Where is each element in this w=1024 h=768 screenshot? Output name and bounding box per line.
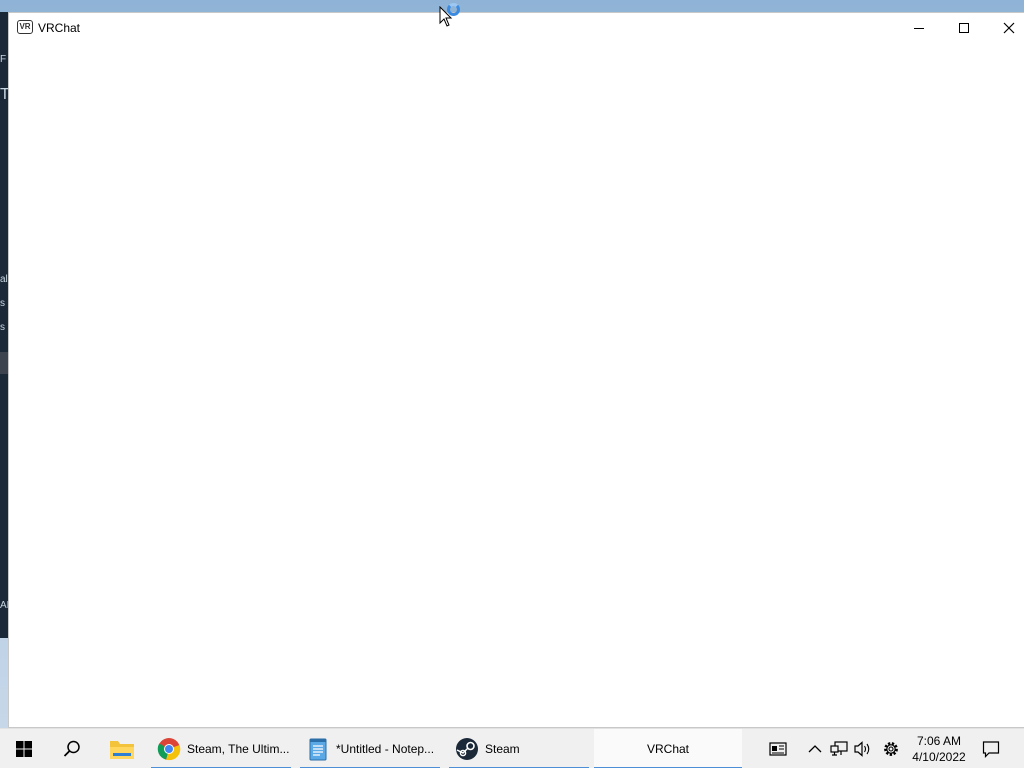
vrchat-app-icon: VR [17, 20, 33, 34]
windows-start-icon [16, 741, 32, 757]
clock-time: 7:06 AM [916, 734, 962, 748]
volume-button[interactable] [851, 737, 875, 761]
taskbar-app-vrchat[interactable]: VRChat [594, 729, 742, 768]
network-button[interactable] [827, 737, 851, 761]
system-clock[interactable]: 7:06 AM 4/10/2022 [904, 733, 974, 765]
chevron-up-icon [808, 745, 822, 753]
bg-letter: F [0, 54, 7, 65]
file-explorer-icon [110, 741, 134, 759]
bg-letter: s [0, 298, 5, 309]
taskbar: Steam, The Ultim... *Untitled - Notep...… [0, 728, 1024, 768]
notepad-icon [309, 738, 327, 761]
taskbar-app-notepad[interactable]: *Untitled - Notep... [300, 729, 440, 768]
bg-letter: s [0, 322, 5, 333]
window-content [9, 43, 1024, 727]
search-icon [63, 740, 80, 757]
taskbar-app-label: Steam [485, 742, 520, 756]
action-center-icon [982, 741, 1000, 758]
clock-date: 4/10/2022 [912, 750, 966, 764]
news-icon [769, 742, 787, 756]
steam-icon [456, 738, 478, 760]
bg-letter: al [0, 274, 8, 285]
minimize-button[interactable] [896, 13, 942, 43]
action-center-button[interactable] [979, 737, 1003, 761]
vrchat-window[interactable]: VR VRChat [8, 12, 1024, 728]
taskbar-app-label: *Untitled - Notep... [336, 742, 435, 756]
network-icon [830, 741, 848, 756]
taskbar-app-label: Steam, The Ultim... [187, 742, 290, 756]
volume-icon [854, 741, 870, 757]
settings-gear-icon [884, 742, 898, 756]
taskbar-app-chrome[interactable]: Steam, The Ultim... [151, 729, 291, 768]
minimize-icon [914, 27, 924, 29]
taskbar-app-label: VRChat [646, 742, 690, 756]
start-button[interactable] [1, 729, 47, 768]
chrome-icon [157, 738, 181, 761]
window-title: VRChat [38, 21, 81, 35]
busy-spinner-icon [447, 3, 460, 16]
settings-button[interactable] [879, 737, 903, 761]
search-button[interactable] [49, 729, 95, 768]
close-icon [1003, 22, 1015, 34]
maximize-icon [959, 23, 969, 33]
close-button[interactable] [986, 13, 1024, 43]
maximize-button[interactable] [941, 13, 987, 43]
taskbar-app-steam[interactable]: Steam [449, 729, 589, 768]
file-explorer-button[interactable] [99, 729, 145, 768]
show-hidden-icons-button[interactable] [803, 737, 827, 761]
title-bar[interactable]: VR VRChat [9, 13, 1024, 43]
news-button[interactable] [766, 737, 790, 761]
